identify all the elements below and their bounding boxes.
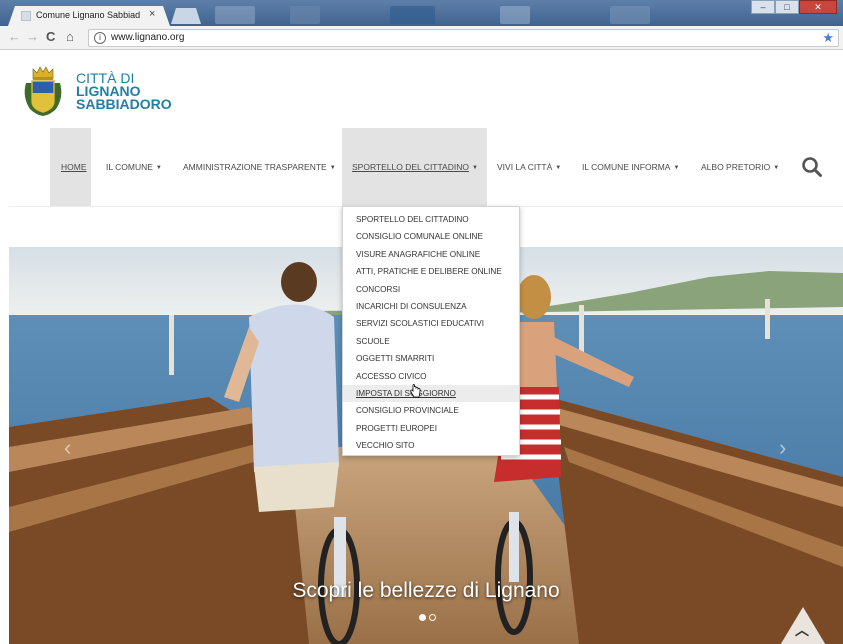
caret-down-icon: ▼ [155, 165, 162, 171]
info-icon[interactable]: i [94, 32, 106, 44]
nav-item-il-comune[interactable]: IL COMUNE ▼ [106, 128, 162, 206]
browser-toolbar: ← → C ⌂ i www.lignano.org ★ [0, 26, 843, 50]
dropdown-item-oggetti-smarriti[interactable]: OGGETTI SMARRITI [343, 350, 519, 367]
nav-item-label: HOME [61, 162, 87, 172]
window-controls: – □ ✕ [751, 0, 837, 14]
dropdown-item-incarichi-di-consulenza[interactable]: INCARICHI DI CONSULENZA [343, 298, 519, 315]
nav-item-sportello-del-cittadino[interactable]: SPORTELLO DEL CITTADINO ▼ [342, 128, 487, 206]
dropdown-item-accesso-civico[interactable]: ACCESSO CIVICO [343, 368, 519, 385]
nav-item-vivi-la-citta[interactable]: VIVI LA CITTÀ ▼ [497, 128, 561, 206]
minimize-button[interactable]: – [751, 0, 775, 14]
web-page: CITTÀ DI LIGNANO SABBIADORO HOME IL COMU… [9, 51, 843, 644]
hand-cursor-icon [410, 384, 421, 398]
maximize-button[interactable]: □ [775, 0, 799, 14]
nav-item-home[interactable]: HOME [50, 128, 91, 206]
caret-down-icon: ▼ [773, 165, 780, 171]
caret-down-icon: ▼ [471, 165, 478, 171]
caret-down-icon: ▼ [673, 165, 680, 171]
slider-dot[interactable] [419, 614, 426, 621]
slider-prev-chevron-icon[interactable]: ‹ [64, 435, 71, 461]
close-window-button[interactable]: ✕ [799, 0, 837, 14]
home-icon[interactable]: ⌂ [66, 29, 74, 44]
address-bar-url[interactable]: www.lignano.org [111, 32, 184, 43]
nav-item-label: IL COMUNE [106, 162, 153, 172]
background-window-thumb [390, 6, 435, 24]
hero-caption: Scopri le bellezze di Lignano [292, 579, 560, 602]
tab-title: Comune Lignano Sabbiad [36, 10, 141, 20]
background-window-thumb [290, 6, 320, 24]
dropdown-item-atti-pratiche-delibere-online[interactable]: ATTI, PRATICHE E DELIBERE ONLINE [343, 263, 519, 280]
browser-tab[interactable]: Comune Lignano Sabbiad × [8, 6, 170, 26]
dropdown-item-visure-anagrafiche-online[interactable]: VISURE ANAGRAFICHE ONLINE [343, 246, 519, 263]
nav-item-label: SPORTELLO DEL CITTADINO [352, 162, 469, 172]
reload-icon[interactable]: C [46, 29, 55, 44]
dropdown-item-concorsi[interactable]: CONCORSI [343, 281, 519, 298]
favicon-icon [21, 11, 31, 21]
tab-close-button[interactable]: × [149, 8, 155, 20]
caret-down-icon: ▼ [555, 165, 562, 171]
nav-item-label: VIVI LA CITTÀ [497, 162, 553, 172]
background-window-thumb [500, 6, 530, 24]
forward-icon[interactable]: → [26, 29, 39, 44]
bookmark-star-icon[interactable]: ★ [822, 30, 834, 46]
slider-dot[interactable] [429, 614, 436, 621]
nav-item-amministrazione-trasparente[interactable]: AMMINISTRAZIONE TRASPARENTE ▼ [183, 128, 336, 206]
dropdown-item-sportello-del-cittadino[interactable]: SPORTELLO DEL CITTADINO [343, 211, 519, 228]
search-icon[interactable] [801, 156, 823, 178]
dropdown-item-consiglio-provinciale[interactable]: CONSIGLIO PROVINCIALE [343, 402, 519, 419]
dropdown-item-consiglio-comunale-online[interactable]: CONSIGLIO COMUNALE ONLINE [343, 228, 519, 245]
nav-item-albo-pretorio[interactable]: ALBO PRETORIO ▼ [701, 128, 779, 206]
main-navigation: HOME IL COMUNE ▼ AMMINISTRAZIONE TRASPARE… [9, 128, 843, 206]
new-tab-button[interactable] [171, 8, 201, 24]
chevron-up-icon[interactable]: ︿ [795, 620, 809, 640]
sportello-dropdown-menu: SPORTELLO DEL CITTADINO CONSIGLIO COMUNA… [342, 206, 520, 456]
dropdown-item-scuole[interactable]: SCUOLE [343, 333, 519, 350]
slider-next-chevron-icon[interactable]: › [779, 435, 786, 461]
nav-item-label: AMMINISTRAZIONE TRASPARENTE [183, 162, 327, 172]
site-brand[interactable]: CITTÀ DI LIGNANO SABBIADORO [76, 71, 172, 112]
dropdown-item-vecchio-sito[interactable]: VECCHIO SITO [343, 437, 519, 454]
nav-item-label: ALBO PRETORIO [701, 162, 771, 172]
slider-dots [419, 614, 436, 621]
dropdown-item-imposta-di-soggiorno[interactable]: IMPOSTA DI SOGGIORNO [343, 384, 519, 403]
caret-down-icon: ▼ [329, 165, 336, 171]
nav-item-il-comune-informa[interactable]: IL COMUNE INFORMA ▼ [582, 128, 679, 206]
dropdown-item-progetti-europei[interactable]: PROGETTI EUROPEI [343, 420, 519, 437]
nav-item-label: IL COMUNE INFORMA [582, 162, 671, 172]
background-window-thumb [610, 6, 650, 24]
back-icon[interactable]: ← [8, 29, 21, 44]
browser-tab-bar: Comune Lignano Sabbiad × – □ ✕ [0, 0, 843, 26]
dropdown-item-servizi-scolastici-educativi[interactable]: SERVIZI SCOLASTICI EDUCATIVI [343, 315, 519, 332]
background-window-thumb [215, 6, 255, 24]
brand-line-3: SABBIADORO [76, 96, 172, 112]
coat-of-arms-logo[interactable] [22, 63, 64, 117]
address-bar[interactable]: i www.lignano.org ★ [88, 29, 839, 47]
